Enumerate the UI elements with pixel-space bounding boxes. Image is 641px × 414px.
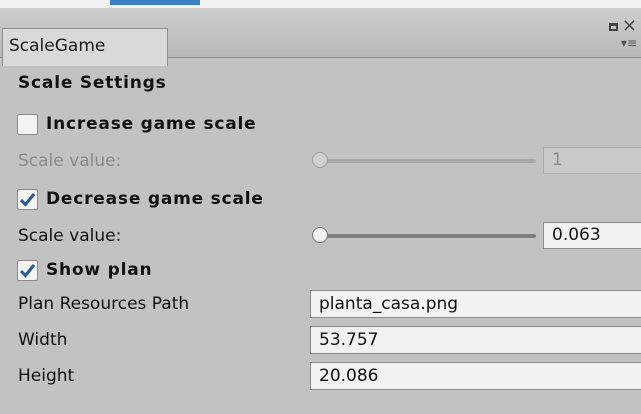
plan-width-label: Width — [18, 330, 68, 350]
maximize-icon[interactable] — [608, 23, 618, 31]
increase-scale-row: Scale value: 1 — [0, 146, 641, 176]
plan-height-label: Height — [18, 366, 75, 386]
plan-width-value: 53.757 — [319, 330, 379, 350]
increase-scale-checkbox[interactable] — [17, 113, 38, 135]
decrease-scale-label: Decrease game scale — [46, 189, 264, 209]
decrease-scale-slider-track[interactable] — [318, 234, 536, 238]
plan-path-label: Plan Resources Path — [18, 294, 190, 314]
plan-path-value: planta_casa.png — [319, 294, 459, 314]
increase-scale-value: 1 — [552, 150, 563, 170]
decrease-scale-row: Scale value: 0.063 — [0, 221, 641, 251]
section-header: Scale Settings — [0, 68, 641, 98]
top-strip — [0, 0, 641, 8]
active-window-accent — [110, 0, 200, 5]
increase-scale-label: Increase game scale — [46, 114, 257, 134]
close-icon[interactable]: × — [622, 17, 637, 35]
decrease-scale-slider-thumb[interactable] — [312, 227, 328, 243]
panel-menu-icon[interactable]: ▾≡ — [597, 35, 637, 51]
increase-scale-value-field[interactable]: 1 — [543, 147, 641, 174]
plan-height-row: Height 20.086 — [0, 361, 641, 391]
window-header: ScaleGame × ▾≡ — [0, 8, 641, 66]
decrease-scale-value-label: Scale value: — [18, 226, 122, 246]
show-plan-label: Show plan — [46, 260, 153, 280]
decrease-scale-value: 0.063 — [552, 225, 601, 245]
decrease-toggle-row: Decrease game scale — [0, 184, 641, 214]
decrease-scale-checkbox[interactable] — [17, 188, 38, 210]
plan-path-row: Plan Resources Path planta_casa.png — [0, 289, 641, 319]
show-plan-checkbox[interactable] — [17, 259, 38, 281]
increase-scale-slider-track[interactable] — [318, 159, 536, 163]
checkmark-icon — [19, 192, 36, 207]
checkmark-icon — [19, 263, 36, 278]
plan-width-row: Width 53.757 — [0, 325, 641, 355]
tab-scalegame[interactable]: ScaleGame — [2, 28, 168, 66]
increase-scale-value-label: Scale value: — [18, 151, 122, 171]
section-title: Scale Settings — [18, 73, 167, 93]
plan-width-field[interactable]: 53.757 — [310, 326, 641, 354]
increase-toggle-row: Increase game scale — [0, 109, 641, 139]
increase-scale-slider-thumb[interactable] — [312, 152, 328, 168]
tab-label: ScaleGame — [9, 36, 106, 56]
plan-height-value: 20.086 — [319, 366, 379, 386]
plan-height-field[interactable]: 20.086 — [310, 362, 641, 390]
plan-path-field[interactable]: planta_casa.png — [310, 290, 641, 318]
window-controls: × ▾≡ — [597, 17, 637, 58]
show-plan-row: Show plan — [0, 255, 641, 285]
decrease-scale-value-field[interactable]: 0.063 — [543, 222, 641, 249]
